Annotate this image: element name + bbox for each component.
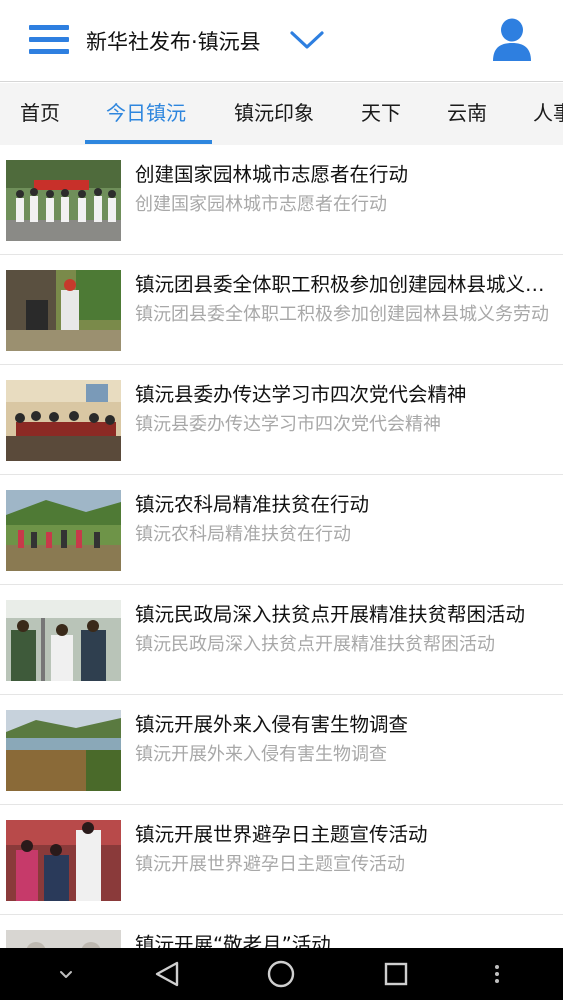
news-thumbnail xyxy=(6,270,121,351)
news-summary: 镇沅民政局深入扶贫点开展精准扶贫帮困活动 xyxy=(135,634,495,655)
app-header: 新华社发布·镇沅县 xyxy=(0,0,563,82)
hamburger-menu-icon[interactable] xyxy=(29,25,69,55)
news-thumbnail xyxy=(6,490,121,571)
news-summary: 镇沅县委办传达学习市四次党代会精神 xyxy=(135,414,441,435)
tab-home[interactable]: 首页 xyxy=(20,83,60,145)
news-title: 镇沅团县委全体职工积极参加创建园林县城义务劳动 xyxy=(135,273,557,296)
news-title: 镇沅开展世界避孕日主题宣传活动 xyxy=(135,823,428,846)
news-title: 镇沅农科局精准扶贫在行动 xyxy=(135,493,370,516)
user-avatar-icon[interactable] xyxy=(491,18,533,62)
list-item[interactable]: 创建国家园林城市志愿者在行动 创建国家园林城市志愿者在行动 xyxy=(0,145,563,255)
back-triangle-icon[interactable] xyxy=(150,948,184,1000)
overflow-dots-icon[interactable] xyxy=(486,948,508,1000)
channel-title[interactable]: 新华社发布·镇沅县 xyxy=(86,26,261,56)
system-navigation-bar xyxy=(0,948,563,1000)
list-item[interactable]: 镇沅民政局深入扶贫点开展精准扶贫帮困活动 镇沅民政局深入扶贫点开展精准扶贫帮困活… xyxy=(0,585,563,695)
tab-world[interactable]: 天下 xyxy=(361,83,401,145)
news-list: 创建国家园林城市志愿者在行动 创建国家园林城市志愿者在行动 镇沅团县委全体职工积… xyxy=(0,145,563,948)
tab-today-zhenyuan[interactable]: 今日镇沅 xyxy=(106,83,186,145)
list-item[interactable]: 镇沅农科局精准扶贫在行动 镇沅农科局精准扶贫在行动 xyxy=(0,475,563,585)
tab-personnel[interactable]: 人事 xyxy=(533,83,563,145)
list-item[interactable]: 镇沅团县委全体职工积极参加创建园林县城义务劳动 镇沅团县委全体职工积极参加创建园… xyxy=(0,255,563,365)
news-title: 镇沅民政局深入扶贫点开展精准扶贫帮困活动 xyxy=(135,603,526,626)
news-thumbnail xyxy=(6,710,121,791)
news-summary: 镇沅农科局精准扶贫在行动 xyxy=(135,524,351,545)
list-item[interactable]: 镇沅开展“敬老月”活动 xyxy=(0,915,563,948)
news-thumbnail xyxy=(6,820,121,901)
news-summary: 镇沅开展世界避孕日主题宣传活动 xyxy=(135,854,405,875)
news-title: 镇沅县委办传达学习市四次党代会精神 xyxy=(135,383,467,406)
hide-keyboard-chevron-icon[interactable] xyxy=(52,948,80,1000)
news-thumbnail xyxy=(6,930,121,948)
news-thumbnail xyxy=(6,380,121,461)
news-thumbnail xyxy=(6,160,121,241)
news-summary: 镇沅开展外来入侵有害生物调查 xyxy=(135,744,387,765)
news-summary: 镇沅团县委全体职工积极参加创建园林县城义务劳动 xyxy=(135,304,549,325)
news-thumbnail xyxy=(6,600,121,681)
list-item[interactable]: 镇沅县委办传达学习市四次党代会精神 镇沅县委办传达学习市四次党代会精神 xyxy=(0,365,563,475)
tab-zhenyuan-impression[interactable]: 镇沅印象 xyxy=(234,83,314,145)
news-summary: 创建国家园林城市志愿者在行动 xyxy=(135,194,387,215)
active-tab-indicator xyxy=(85,140,212,144)
news-title: 创建国家园林城市志愿者在行动 xyxy=(135,163,409,186)
news-title: 镇沅开展外来入侵有害生物调查 xyxy=(135,713,409,736)
home-circle-icon[interactable] xyxy=(265,948,297,1000)
list-item[interactable]: 镇沅开展世界避孕日主题宣传活动 镇沅开展世界避孕日主题宣传活动 xyxy=(0,805,563,915)
list-item[interactable]: 镇沅开展外来入侵有害生物调查 镇沅开展外来入侵有害生物调查 xyxy=(0,695,563,805)
recents-square-icon[interactable] xyxy=(381,948,411,1000)
tab-yunnan[interactable]: 云南 xyxy=(447,83,487,145)
channel-tab-bar: 首页 今日镇沅 镇沅印象 天下 云南 人事 xyxy=(0,83,563,145)
news-title: 镇沅开展“敬老月”活动 xyxy=(135,933,331,948)
chevron-down-icon[interactable] xyxy=(289,28,325,52)
